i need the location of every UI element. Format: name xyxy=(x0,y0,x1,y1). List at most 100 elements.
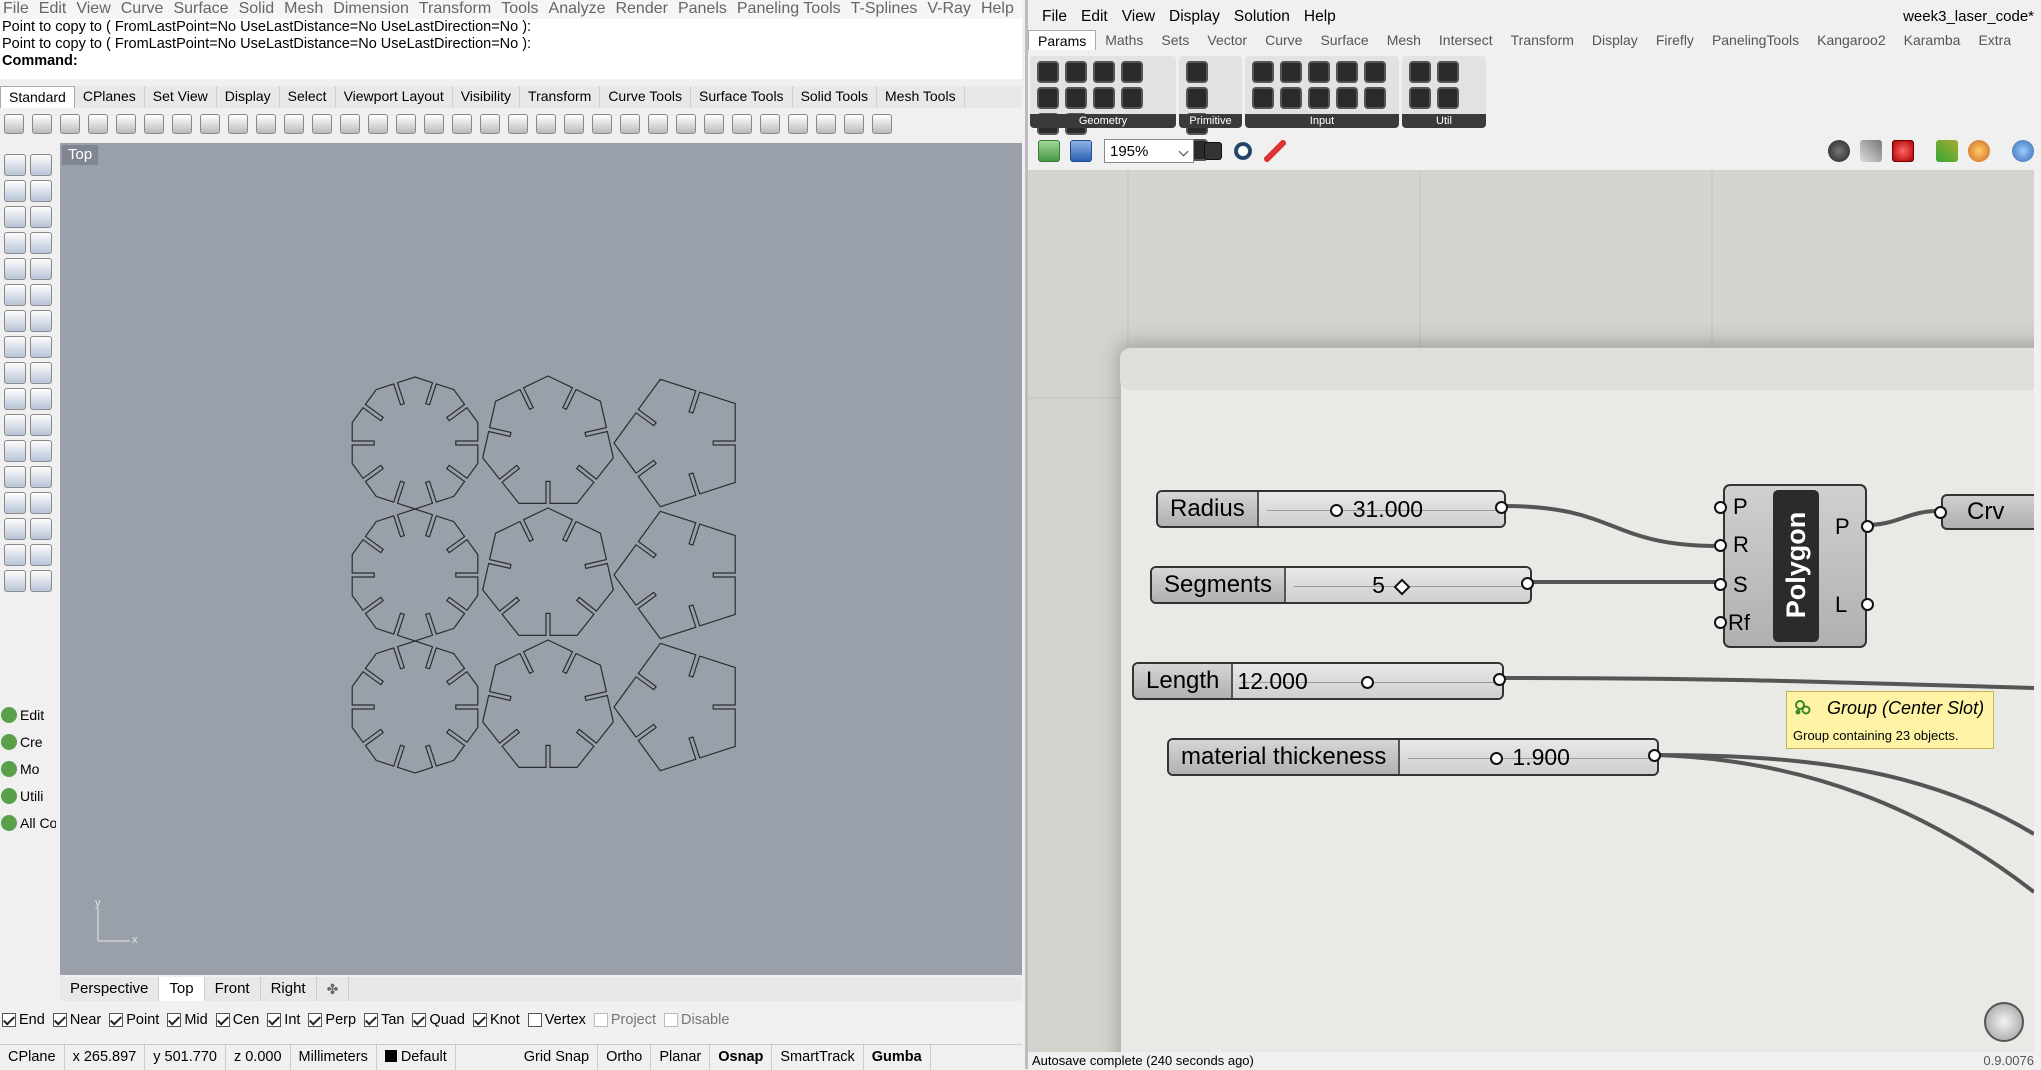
help-icon[interactable] xyxy=(872,114,892,134)
toolbar-tab-set-view[interactable]: Set View xyxy=(145,86,217,108)
zoom-dropdown[interactable]: 195% xyxy=(1104,139,1194,163)
gh-tab-surface[interactable]: Surface xyxy=(1311,30,1377,50)
gh-tab-mesh[interactable]: Mesh xyxy=(1378,30,1430,50)
gh-tab-maths[interactable]: Maths xyxy=(1096,30,1152,50)
osnap-near[interactable]: Near xyxy=(51,1012,101,1028)
component-icon[interactable] xyxy=(1336,87,1358,109)
side-tool-icon[interactable] xyxy=(4,544,26,566)
side-tool-icon[interactable] xyxy=(30,388,52,410)
polygon-p-input-grip[interactable] xyxy=(1714,501,1727,514)
component-icon[interactable] xyxy=(1037,61,1059,83)
component-icon[interactable] xyxy=(1093,87,1115,109)
component-icon[interactable] xyxy=(1336,61,1358,83)
gh-menu-view[interactable]: View xyxy=(1122,6,1155,28)
gear-icon[interactable] xyxy=(816,114,836,134)
side-tool-icon[interactable] xyxy=(30,232,52,254)
crv-input-grip[interactable] xyxy=(1934,506,1947,519)
named-view-icon[interactable] xyxy=(508,114,528,134)
material-thickness-output-grip[interactable] xyxy=(1648,749,1661,762)
command-prompt[interactable]: Command: xyxy=(0,53,1022,70)
rhino-menu-t-splines[interactable]: T-Splines xyxy=(851,0,925,19)
preview-wire-icon[interactable] xyxy=(1828,140,1850,162)
smarttrack-toggle[interactable]: SmartTrack xyxy=(772,1045,864,1070)
slotted-polygon-curve[interactable] xyxy=(351,376,479,510)
osnap-checkbox[interactable] xyxy=(215,1013,230,1027)
rhino-menu-dimension[interactable]: Dimension xyxy=(333,0,416,19)
osnap-int[interactable]: Int xyxy=(265,1012,300,1028)
component-icon[interactable] xyxy=(1065,87,1087,109)
lock-icon[interactable] xyxy=(620,114,640,134)
side-tool-icon[interactable] xyxy=(30,570,52,592)
viewport-tab-front[interactable]: Front xyxy=(205,977,261,1001)
component-icon[interactable] xyxy=(1437,61,1459,83)
gh-tab-kangaroo2[interactable]: Kangaroo2 xyxy=(1808,30,1895,50)
osnap-checkbox[interactable] xyxy=(472,1013,487,1027)
osnap-checkbox[interactable] xyxy=(364,1013,379,1027)
gh-menu-file[interactable]: File xyxy=(1042,6,1067,28)
rhino-menu-panels[interactable]: Panels xyxy=(678,0,734,19)
slotted-polygon-curve[interactable] xyxy=(613,510,736,640)
gh-menu-help[interactable]: Help xyxy=(1304,6,1336,28)
zoom-extents-icon[interactable] xyxy=(1204,142,1222,160)
rotate-view-icon[interactable] xyxy=(284,114,304,134)
preview-selected-icon[interactable] xyxy=(1892,140,1914,162)
toolbar-tab-visibility[interactable]: Visibility xyxy=(453,86,521,108)
osnap-checkbox[interactable] xyxy=(664,1013,679,1027)
side-tool-icon[interactable] xyxy=(30,206,52,228)
new-file-icon[interactable] xyxy=(4,114,24,134)
length-output-grip[interactable] xyxy=(1493,673,1506,686)
open-file-icon[interactable] xyxy=(32,114,52,134)
side-tool-icon[interactable] xyxy=(4,180,26,202)
osnap-project[interactable]: Project xyxy=(592,1012,656,1028)
command-panel-item[interactable]: All Com xyxy=(0,810,56,836)
print-icon[interactable] xyxy=(88,114,108,134)
command-panel-item[interactable]: Mo xyxy=(0,756,56,782)
rhino-menu-view[interactable]: View xyxy=(76,0,117,19)
component-icon[interactable] xyxy=(1409,61,1431,83)
side-tool-icon[interactable] xyxy=(30,154,52,176)
viewport-canvas[interactable]: xy xyxy=(60,143,1022,975)
zoom-selected-icon[interactable] xyxy=(396,114,416,134)
material-thickness-slider-handle[interactable] xyxy=(1490,752,1504,765)
gh-tab-panelingtools[interactable]: PanelingTools xyxy=(1703,30,1808,50)
import-icon[interactable] xyxy=(116,114,136,134)
slotted-polygon-curve[interactable] xyxy=(351,640,479,774)
toolbar-tab-display[interactable]: Display xyxy=(217,86,280,108)
side-tool-icon[interactable] xyxy=(30,180,52,202)
side-tool-icon[interactable] xyxy=(4,518,26,540)
pan-icon[interactable] xyxy=(256,114,276,134)
ribbon-group-label[interactable]: Geometry xyxy=(1030,114,1176,128)
side-tool-icon[interactable] xyxy=(30,362,52,384)
eye-preview-icon[interactable] xyxy=(1232,140,1254,162)
ribbon-group-label[interactable]: Util xyxy=(1402,114,1486,128)
rhino-menu-edit[interactable]: Edit xyxy=(39,0,74,19)
rhino-menu-analyze[interactable]: Analyze xyxy=(549,0,613,19)
save-file-icon[interactable] xyxy=(1070,140,1092,162)
length-slider-handle[interactable] xyxy=(1361,676,1375,689)
gh-tab-karamba[interactable]: Karamba xyxy=(1895,30,1970,50)
osnap-disable[interactable]: Disable xyxy=(662,1012,729,1028)
side-tool-icon[interactable] xyxy=(4,258,26,280)
radius-slider-handle[interactable] xyxy=(1329,504,1343,517)
undo-view-icon[interactable] xyxy=(424,114,444,134)
osnap-checkbox[interactable] xyxy=(52,1013,67,1027)
command-panel-item[interactable]: Cre xyxy=(0,729,56,755)
osnap-mid[interactable]: Mid xyxy=(165,1012,208,1028)
ribbon-group-label[interactable]: Input xyxy=(1245,114,1399,128)
units-indicator[interactable]: Millimeters xyxy=(291,1045,377,1070)
sketch-pen-icon[interactable] xyxy=(1264,140,1286,162)
segments-output-grip[interactable] xyxy=(1521,577,1534,590)
osnap-checkbox[interactable] xyxy=(2,1013,16,1027)
component-icon[interactable] xyxy=(1186,61,1208,83)
osnap-checkbox[interactable] xyxy=(267,1013,282,1027)
toolbar-tab-viewport-layout[interactable]: Viewport Layout xyxy=(336,86,453,108)
side-tool-icon[interactable] xyxy=(30,518,52,540)
car-icon[interactable] xyxy=(480,114,500,134)
gh-tab-firefly[interactable]: Firefly xyxy=(1647,30,1703,50)
ortho-toggle[interactable]: Ortho xyxy=(598,1045,652,1070)
osnap-toggle[interactable]: Osnap xyxy=(710,1045,773,1070)
cut-icon[interactable] xyxy=(144,114,164,134)
side-tool-icon[interactable] xyxy=(30,414,52,436)
display-mode-icon[interactable] xyxy=(1936,140,1958,162)
component-icon[interactable] xyxy=(1037,87,1059,109)
